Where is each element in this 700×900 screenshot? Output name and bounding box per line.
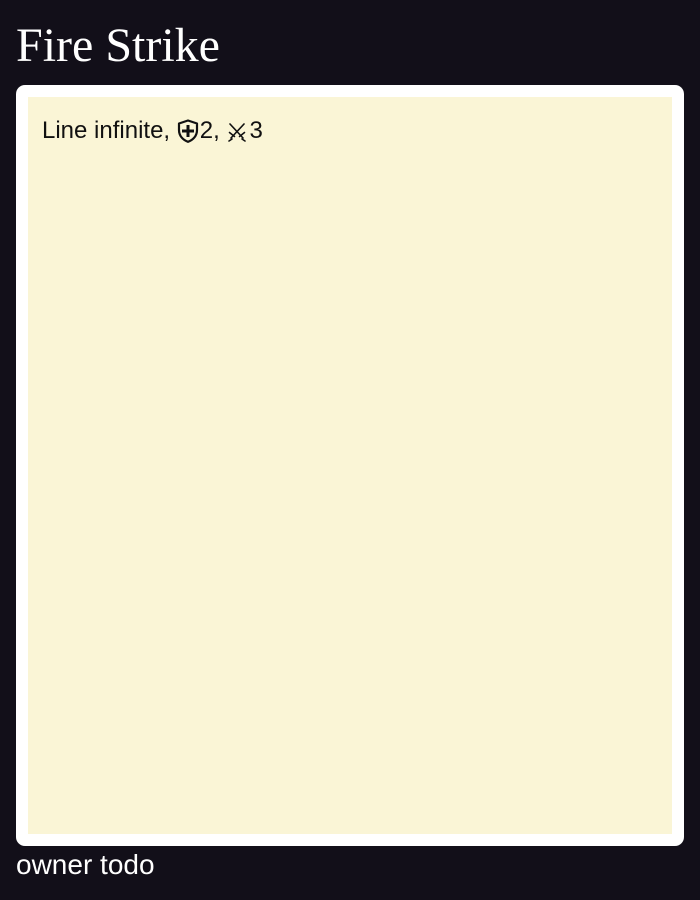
attack-value: 3 — [249, 117, 263, 144]
separator: , — [213, 117, 227, 144]
shield-plus-icon — [177, 119, 199, 143]
card-rules-text: Line infinite, 2, 3 — [42, 117, 658, 145]
card-owner: owner todo — [16, 849, 155, 880]
card-view: Fire Strike Line infinite, 2, 3 owner to… — [0, 0, 700, 900]
card-frame: Line infinite, 2, 3 — [16, 85, 684, 846]
range-text: Line infinite — [42, 117, 164, 144]
attack-stat: 3 — [226, 117, 263, 145]
card-title: Fire Strike — [16, 19, 220, 72]
card-body: Line infinite, 2, 3 — [28, 97, 672, 834]
separator: , — [163, 117, 177, 144]
defense-value: 2 — [199, 117, 214, 144]
defense-stat: 2 — [177, 117, 213, 145]
crossed-swords-icon — [226, 119, 248, 143]
